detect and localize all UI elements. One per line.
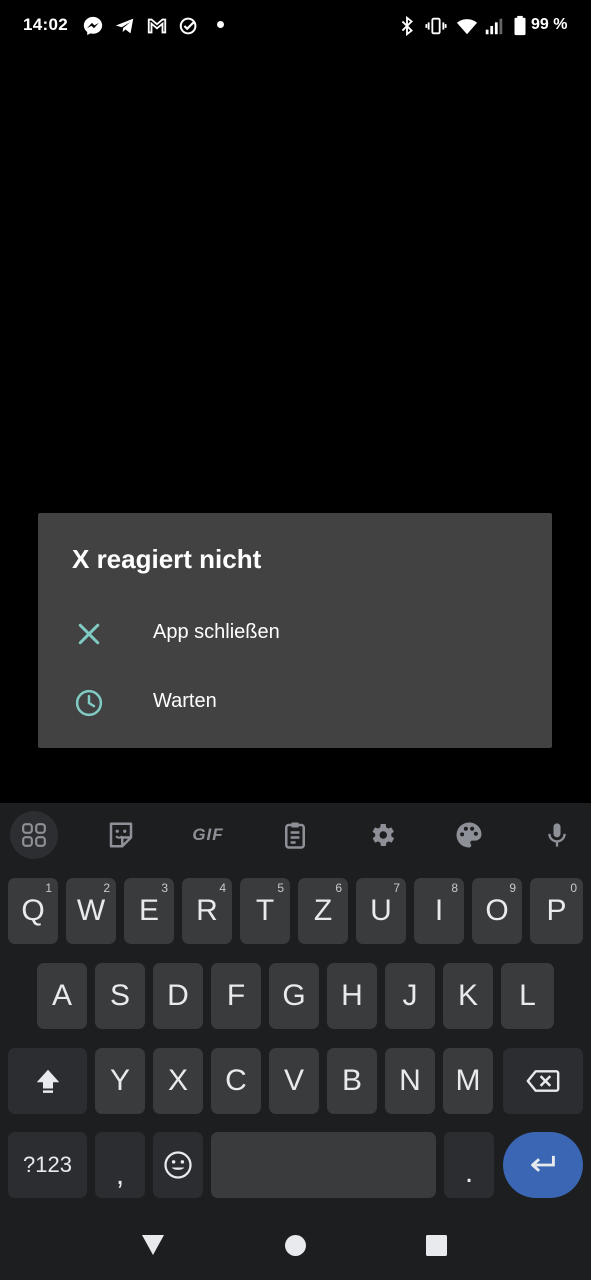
comma-key[interactable]: , — [95, 1132, 145, 1198]
key-y[interactable]: Y — [95, 1048, 145, 1114]
telegram-icon — [115, 18, 134, 34]
dialog-title: X reagiert nicht — [72, 544, 262, 574]
back-icon[interactable] — [141, 1234, 165, 1256]
bluetooth-icon — [401, 15, 413, 37]
close-app-label: App schließen — [153, 621, 280, 643]
key-x[interactable]: X — [153, 1048, 203, 1114]
messenger-icon — [83, 16, 103, 36]
keyboard: GIF Q 1 W 2 E 3 R 4 T 5 Z 6 U 7 I 8 O 9 … — [0, 803, 591, 1210]
key-r[interactable]: R4 — [182, 878, 232, 944]
key-u[interactable]: U7 — [356, 878, 406, 944]
settings-gear-icon — [372, 824, 395, 846]
emoji-key[interactable] — [153, 1132, 203, 1198]
key-q[interactable]: Q1 — [8, 878, 58, 944]
wait-option[interactable]: Warten — [38, 670, 552, 734]
sticker-button[interactable] — [97, 811, 145, 859]
recents-icon[interactable] — [426, 1235, 447, 1256]
period-key[interactable]: . — [444, 1132, 494, 1198]
symbols-key[interactable]: ?123 — [8, 1132, 87, 1198]
gmail-icon — [147, 18, 167, 34]
key-i[interactable]: I8 — [414, 878, 464, 944]
backspace-icon — [526, 1070, 560, 1092]
palette-icon — [456, 822, 482, 848]
wifi-icon — [456, 19, 478, 35]
app-not-responding-dialog: X reagiert nicht App schließen Warten — [38, 513, 552, 748]
enter-icon — [531, 1155, 555, 1172]
key-k[interactable]: K — [443, 963, 493, 1029]
key-n[interactable]: N — [385, 1048, 435, 1114]
battery-icon — [514, 15, 526, 36]
gif-label: GIF — [192, 825, 224, 844]
clipboard-button[interactable] — [271, 811, 319, 859]
tasks-check-icon — [179, 17, 197, 35]
close-app-option[interactable]: App schließen — [38, 601, 552, 665]
gif-button[interactable]: GIF — [184, 811, 232, 859]
key-z[interactable]: Z6 — [298, 878, 348, 944]
key-f[interactable]: F — [211, 963, 261, 1029]
key-b[interactable]: B — [327, 1048, 377, 1114]
key-s[interactable]: S — [95, 963, 145, 1029]
theme-button[interactable] — [445, 811, 493, 859]
space-key[interactable] — [211, 1132, 436, 1198]
apps-grid-icon — [22, 823, 46, 847]
dot-icon — [217, 21, 224, 28]
keyboard-toolbar: GIF — [0, 803, 591, 867]
key-t[interactable]: T5 — [240, 878, 290, 944]
voice-input-button[interactable] — [533, 811, 581, 859]
close-icon — [78, 623, 100, 645]
key-p[interactable]: P0 — [530, 878, 583, 944]
wait-label: Warten — [153, 690, 217, 712]
emoji-icon — [164, 1151, 192, 1179]
key-g[interactable]: G — [269, 963, 319, 1029]
sticker-icon — [109, 822, 133, 848]
key-w[interactable]: W2 — [66, 878, 116, 944]
vibrate-icon — [425, 17, 447, 35]
apps-grid-button[interactable] — [10, 811, 58, 859]
enter-key[interactable] — [503, 1132, 583, 1198]
status-bar: 14:02 99 % — [0, 0, 591, 52]
home-icon[interactable] — [285, 1235, 306, 1256]
key-m[interactable]: M — [443, 1048, 493, 1114]
backspace-key[interactable] — [503, 1048, 583, 1114]
clock-icon — [75, 689, 103, 717]
key-d[interactable]: D — [153, 963, 203, 1029]
key-o[interactable]: O9 — [472, 878, 522, 944]
shift-key[interactable] — [8, 1048, 87, 1114]
microphone-icon — [548, 823, 566, 847]
status-time: 14:02 — [23, 15, 68, 34]
key-a[interactable]: A — [37, 963, 87, 1029]
key-j[interactable]: J — [385, 963, 435, 1029]
navigation-bar — [0, 1210, 591, 1280]
key-h[interactable]: H — [327, 963, 377, 1029]
key-c[interactable]: C — [211, 1048, 261, 1114]
signal-icon — [485, 18, 503, 35]
shift-icon — [36, 1069, 59, 1093]
settings-button[interactable] — [358, 811, 406, 859]
key-e[interactable]: E3 — [124, 878, 174, 944]
battery-percent: 99 % — [531, 16, 568, 33]
clipboard-icon — [285, 822, 305, 849]
key-l[interactable]: L — [501, 963, 554, 1029]
key-v[interactable]: V — [269, 1048, 319, 1114]
